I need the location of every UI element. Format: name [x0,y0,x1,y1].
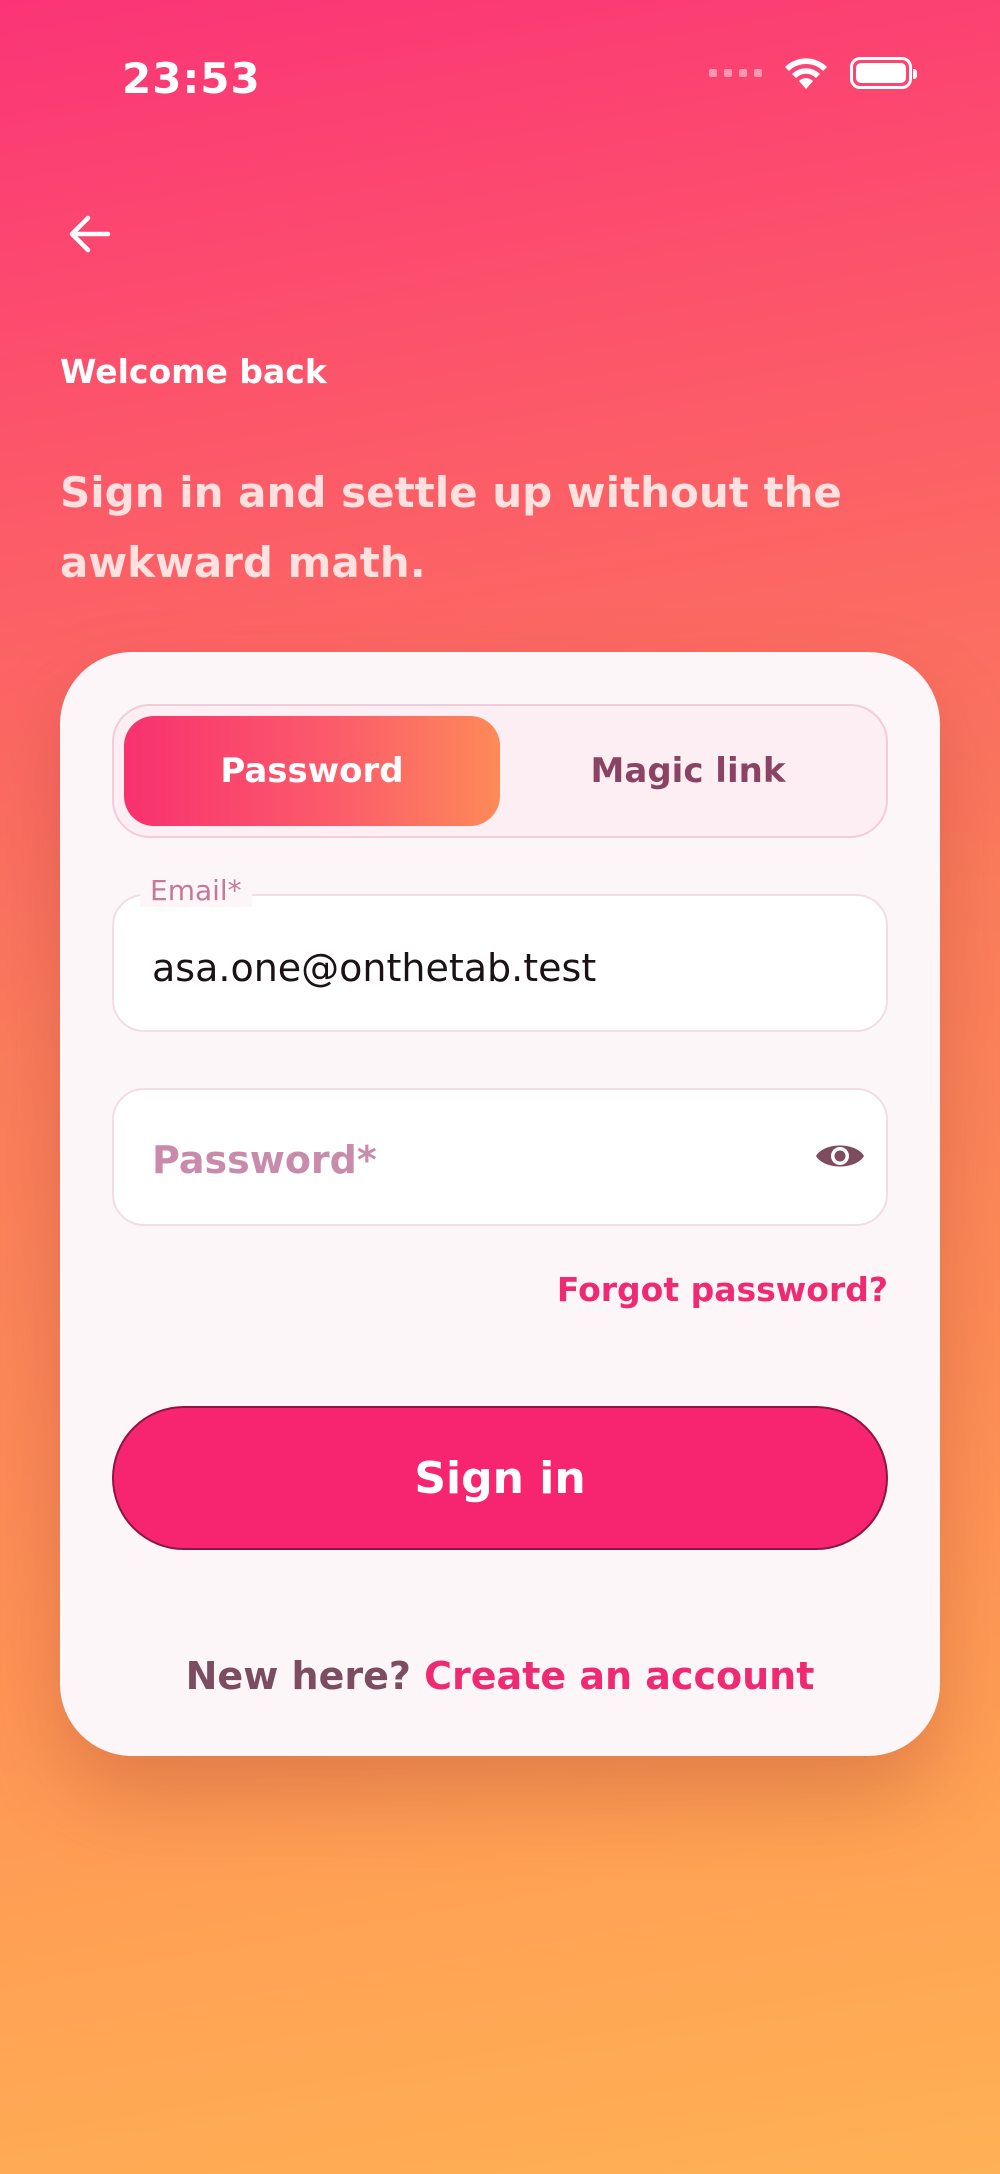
signup-prompt-text: New here? [185,1654,411,1698]
welcome-eyebrow: Welcome back [60,352,327,391]
page-headline: Sign in and settle up without the awkwar… [60,468,842,587]
email-label: Email* [140,874,252,907]
status-indicators [709,56,917,90]
forgot-password-link[interactable]: Forgot password? [557,1270,888,1309]
password-placeholder[interactable]: Password* [152,1138,377,1182]
tab-password[interactable]: Password [124,716,500,826]
cellular-signal-icon [709,69,762,77]
battery-icon [850,57,917,89]
sign-in-button[interactable]: Sign in [112,1406,888,1550]
tab-magic-link[interactable]: Magic link [500,716,876,826]
back-button[interactable] [62,206,118,262]
password-field[interactable]: Password* [112,1088,888,1226]
arrow-left-icon [69,215,111,253]
email-value[interactable]: asa.one@onthetab.test [152,946,596,990]
auth-mode-toggle: Password Magic link [112,704,888,838]
status-time: 23:53 [122,54,261,103]
sign-in-card: Password Magic link Email* asa.one@onthe… [60,652,940,1756]
eye-icon [816,1145,864,1167]
create-account-link[interactable]: Create an account [424,1654,814,1698]
wifi-icon [785,58,827,89]
toggle-password-visibility-button[interactable] [812,1128,868,1184]
signup-prompt: New here? Create an account [60,1654,940,1698]
email-field[interactable]: Email* asa.one@onthetab.test [112,874,888,1032]
